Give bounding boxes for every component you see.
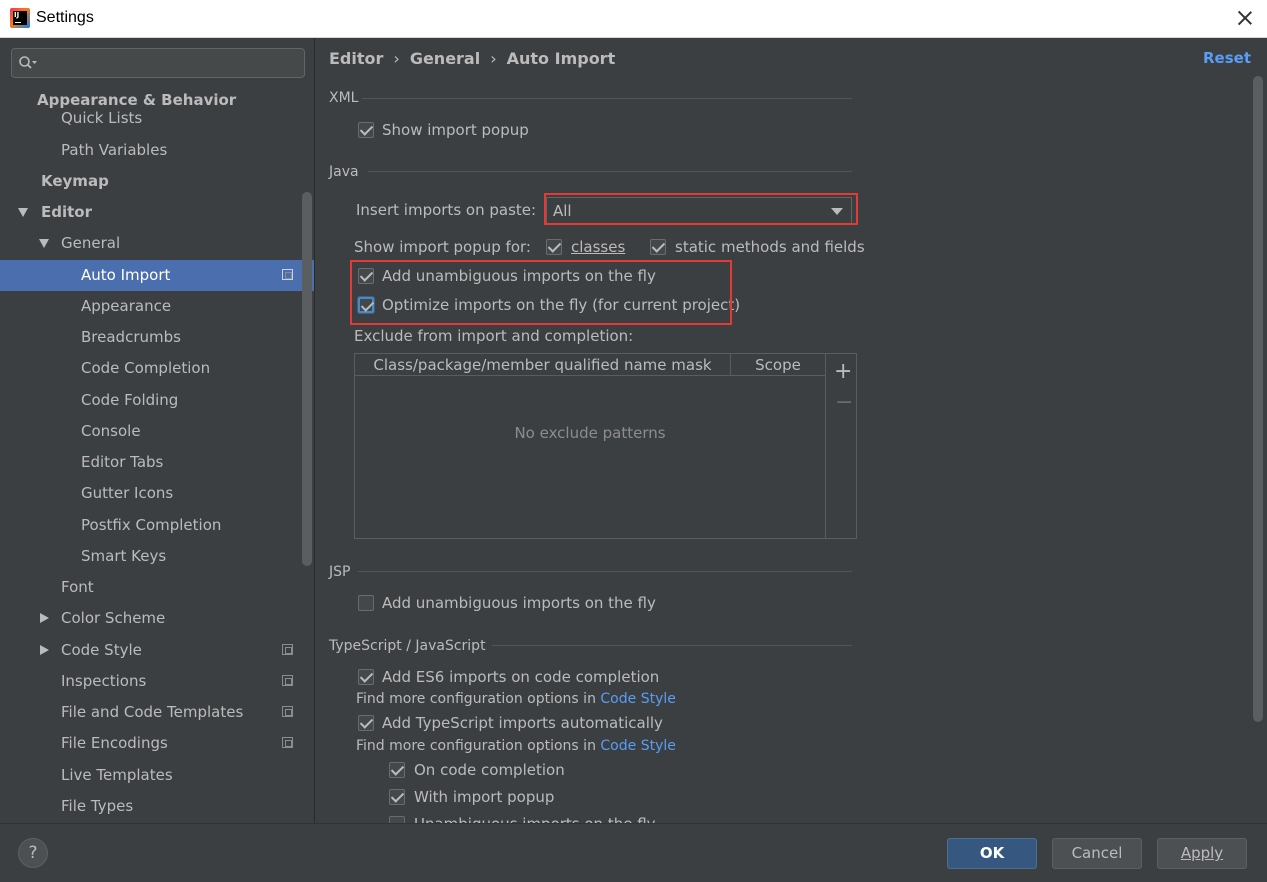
sidebar-item-file-code-templates[interactable]: File and Code Templates — [0, 697, 314, 728]
sidebar-item-breadcrumbs[interactable]: Breadcrumbs — [0, 322, 314, 353]
with-import-popup-checkbox[interactable] — [389, 789, 405, 805]
unambiguous-on-fly-label: Unambiguous imports on the fly — [414, 815, 656, 823]
sidebar-item-console[interactable]: Console — [0, 416, 314, 447]
with-import-popup-label: With import popup — [414, 788, 555, 806]
project-scope-icon — [282, 737, 293, 748]
table-header: Class/package/member qualified name mask… — [355, 354, 825, 376]
on-code-completion-label: On code completion — [414, 761, 565, 779]
add-icon[interactable]: + — [834, 361, 852, 383]
title-bar: IJ Settings — [0, 0, 1267, 38]
add-es6-checkbox[interactable] — [358, 669, 374, 685]
classes-label: classes — [571, 238, 626, 256]
sidebar-item-editor[interactable]: Editor — [0, 197, 314, 228]
expand-arrow-icon[interactable] — [39, 239, 49, 248]
search-input[interactable] — [11, 48, 305, 78]
sidebar-item-appearance[interactable]: Appearance — [0, 291, 314, 322]
breadcrumb-editor: Editor — [329, 49, 384, 68]
sidebar-item-general[interactable]: General — [0, 228, 314, 259]
window-title: Settings — [36, 9, 94, 26]
project-scope-icon — [282, 269, 293, 280]
unambiguous-on-fly-checkbox[interactable] — [389, 816, 405, 823]
find-more-text-2: Find more configuration options in Code … — [356, 738, 676, 754]
remove-icon: − — [835, 390, 854, 415]
project-scope-icon — [282, 644, 293, 655]
settings-sidebar: Appearance & Behavior Quick Lists Path V… — [0, 38, 315, 823]
section-title-typescript: TypeScript / JavaScript — [329, 638, 486, 654]
jsp-add-unambiguous-checkbox[interactable] — [358, 595, 374, 611]
exclude-table[interactable]: Class/package/member qualified name mask… — [354, 353, 826, 539]
add-ts-auto-label: Add TypeScript imports automatically — [382, 714, 663, 732]
section-title-xml: XML — [329, 90, 359, 106]
section-divider — [362, 98, 852, 99]
project-scope-icon — [282, 675, 293, 686]
exclude-label: Exclude from import and completion: — [354, 327, 634, 345]
search-icon — [19, 56, 37, 69]
help-button[interactable]: ? — [18, 838, 48, 868]
sidebar-item-keymap[interactable]: Keymap — [0, 166, 314, 197]
highlight-box — [544, 193, 858, 225]
table-toolbar: + − — [826, 353, 857, 539]
insert-imports-label: Insert imports on paste: — [356, 201, 537, 219]
empty-table-text: No exclude patterns — [514, 424, 666, 442]
show-import-popup-label: Show import popup — [382, 121, 529, 139]
section-title-java: Java — [329, 164, 359, 180]
reset-link[interactable]: Reset — [1203, 49, 1251, 67]
sidebar-item-path-variables[interactable]: Path Variables — [0, 135, 314, 166]
show-import-popup-checkbox[interactable] — [358, 122, 374, 138]
column-header-scope[interactable]: Scope — [731, 354, 825, 376]
ok-button[interactable]: OK — [947, 838, 1037, 869]
show-popup-for-label: Show import popup for: — [354, 238, 531, 256]
sidebar-item-code-style[interactable]: Code Style — [0, 635, 314, 666]
sidebar-item-color-scheme[interactable]: Color Scheme — [0, 603, 314, 634]
collapse-arrow-icon[interactable] — [40, 613, 49, 623]
section-divider — [358, 571, 852, 572]
dialog-footer: ? OK Cancel Apply — [0, 823, 1267, 882]
close-icon[interactable] — [1235, 8, 1255, 28]
settings-content: Editor › General › Auto Import Reset XML Sho… — [316, 38, 1267, 823]
section-divider — [368, 171, 852, 172]
intellij-app-icon: IJ — [10, 8, 30, 28]
add-es6-label: Add ES6 imports on code completion — [382, 668, 660, 686]
highlight-box — [350, 260, 732, 325]
cancel-button[interactable]: Cancel — [1052, 838, 1142, 869]
static-methods-checkbox[interactable] — [650, 239, 666, 255]
section-divider — [492, 645, 852, 646]
project-scope-icon — [282, 706, 293, 717]
classes-checkbox[interactable] — [546, 239, 562, 255]
sidebar-item-file-encodings[interactable]: File Encodings — [0, 728, 314, 759]
sidebar-item-postfix-completion[interactable]: Postfix Completion — [0, 510, 314, 541]
jsp-add-unambiguous-label: Add unambiguous imports on the fly — [382, 594, 656, 612]
column-header-mask[interactable]: Class/package/member qualified name mask — [355, 354, 731, 376]
section-title-jsp: JSP — [329, 564, 351, 580]
find-more-text-1: Find more configuration options in Code … — [356, 691, 676, 707]
static-methods-label: static methods and fields — [675, 238, 865, 256]
collapse-arrow-icon[interactable] — [40, 645, 49, 655]
sidebar-item-auto-import[interactable]: Auto Import — [0, 260, 314, 291]
breadcrumb-general: General — [409, 49, 481, 68]
expand-arrow-icon[interactable] — [18, 208, 28, 217]
sidebar-item-quick-lists[interactable]: Quick Lists — [0, 103, 314, 134]
sidebar-scrollbar[interactable] — [302, 192, 312, 566]
add-ts-auto-checkbox[interactable] — [358, 715, 374, 731]
sidebar-item-inspections[interactable]: Inspections — [0, 666, 314, 697]
sidebar-item-file-types[interactable]: File Types — [0, 791, 314, 822]
sidebar-item-gutter-icons[interactable]: Gutter Icons — [0, 478, 314, 509]
content-scrollbar[interactable] — [1253, 76, 1263, 722]
sidebar-item-code-completion[interactable]: Code Completion — [0, 353, 314, 384]
code-style-link[interactable]: Code Style — [600, 738, 675, 754]
breadcrumb: Editor › General › Auto Import — [329, 49, 616, 68]
sidebar-item-font[interactable]: Font — [0, 572, 314, 603]
code-style-link[interactable]: Code Style — [600, 691, 675, 707]
on-code-completion-checkbox[interactable] — [389, 762, 405, 778]
sidebar-item-live-templates[interactable]: Live Templates — [0, 760, 314, 791]
sidebar-item-editor-tabs[interactable]: Editor Tabs — [0, 447, 314, 478]
breadcrumb-auto-import: Auto Import — [506, 49, 616, 68]
sidebar-item-smart-keys[interactable]: Smart Keys — [0, 541, 314, 572]
sidebar-item-code-folding[interactable]: Code Folding — [0, 385, 314, 416]
apply-button[interactable]: Apply — [1157, 838, 1247, 869]
